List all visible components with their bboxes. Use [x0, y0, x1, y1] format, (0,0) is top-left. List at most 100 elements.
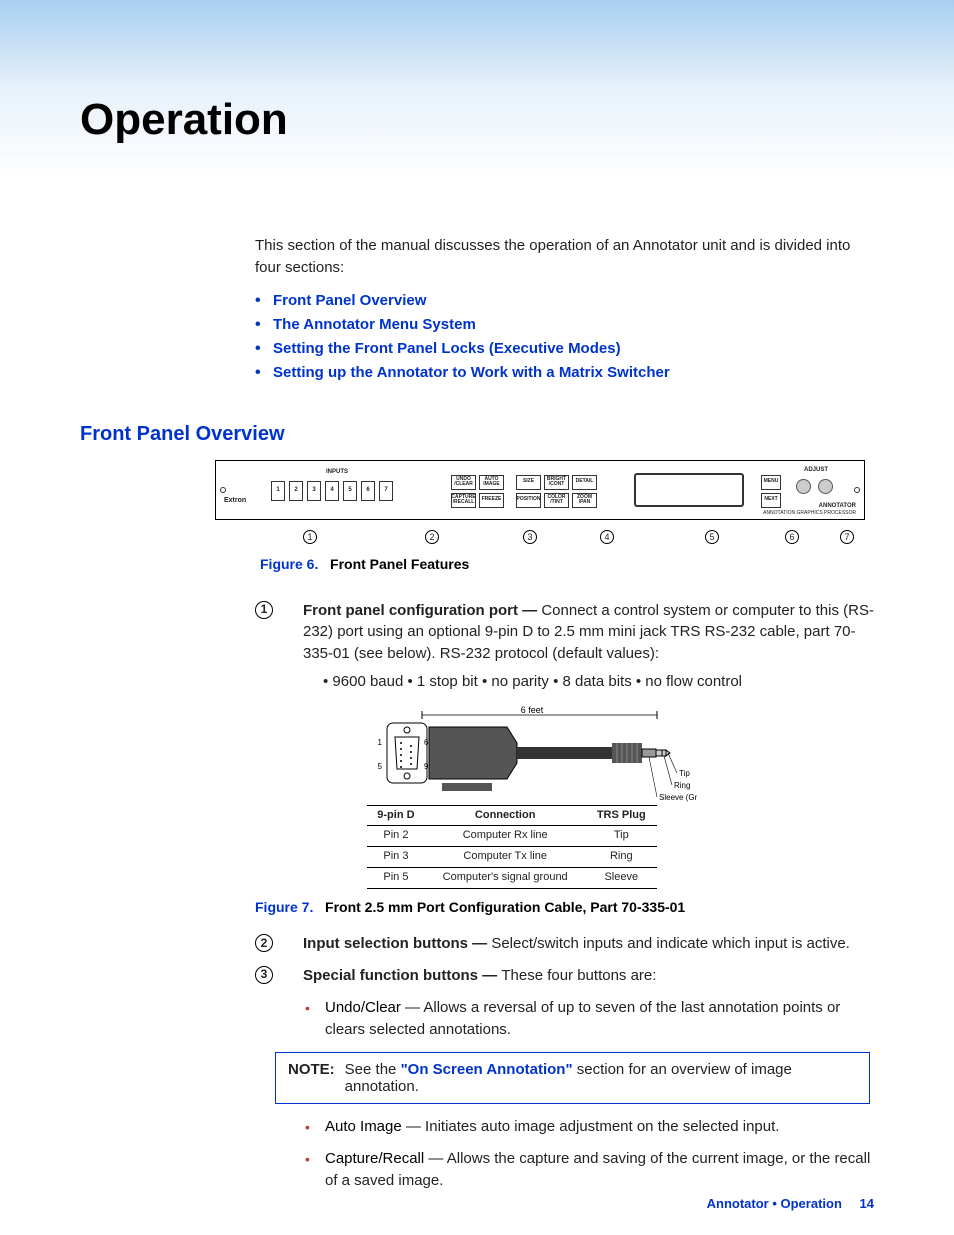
- toc-link-front-panel[interactable]: Front Panel Overview: [273, 292, 426, 309]
- callout-4: 4: [600, 530, 614, 544]
- marker-2: 2: [255, 934, 273, 952]
- pip-position: POSITION: [516, 493, 541, 508]
- figure-7-caption: Figure 7. Front 2.5 mm Port Configuratio…: [255, 899, 874, 915]
- callout-1: 1: [303, 530, 317, 544]
- toc-link-menu-system[interactable]: The Annotator Menu System: [273, 316, 476, 333]
- th-trs: TRS Plug: [586, 805, 657, 826]
- cell: Computer's signal ground: [425, 868, 586, 889]
- svg-text:6: 6: [424, 738, 429, 747]
- fig7-num: Figure 7.: [255, 899, 313, 915]
- svg-text:5: 5: [378, 762, 383, 771]
- marker-3: 3: [255, 966, 273, 984]
- bullet-undo-clear: Undo/Clear — Allows a reversal of up to …: [305, 997, 874, 1041]
- screw-icon: [854, 487, 860, 493]
- item-2-lead: Input selection buttons —: [303, 935, 491, 952]
- item-1-protocol: • 9600 baud • 1 stop bit • no parity • 8…: [303, 671, 874, 693]
- toc-link-panel-locks[interactable]: Setting the Front Panel Locks (Executive…: [273, 340, 621, 357]
- fn-freeze: FREEZE: [479, 493, 504, 508]
- section-heading: Front Panel Overview: [80, 423, 874, 446]
- fn-auto-image: AUTO IMAGE: [479, 475, 504, 490]
- bullet-auto-image: Auto Image — Initiates auto image adjust…: [305, 1116, 874, 1138]
- cell: Pin 5: [367, 868, 425, 889]
- callout-2: 2: [425, 530, 439, 544]
- th-9pin: 9-pin D: [367, 805, 425, 826]
- item-2: 2 Input selection buttons — Select/switc…: [255, 933, 874, 955]
- figure-7-diagram: 6 feet 1 5 6 9: [367, 703, 727, 890]
- note-link[interactable]: "On Screen Annotation": [401, 1061, 573, 1078]
- input-btn-2: 2: [289, 481, 303, 501]
- feature-list: 1 Front panel configuration port — Conne…: [255, 600, 874, 987]
- callout-row: 1 2 3 4 5 6 7: [215, 524, 865, 548]
- page-footer: Annotator • Operation 14: [707, 1196, 874, 1211]
- svg-text:9: 9: [424, 762, 429, 771]
- input-btn-6: 6: [361, 481, 375, 501]
- input-btn-5: 5: [343, 481, 357, 501]
- fig7-title: Front 2.5 mm Port Configuration Cable, P…: [325, 899, 685, 915]
- fn-capture-recall: CAPTURE /RECALL: [451, 493, 476, 508]
- note-box: NOTE: See the "On Screen Annotation" sec…: [275, 1052, 870, 1104]
- adjust-knob-h: [796, 479, 811, 494]
- toc-link-matrix-switcher[interactable]: Setting up the Annotator to Work with a …: [273, 364, 670, 381]
- bullet-key: Auto Image: [325, 1118, 402, 1135]
- special-fn-list-1: Undo/Clear — Allows a reversal of up to …: [305, 997, 874, 1041]
- brand-label: Extron: [224, 497, 246, 504]
- cell: Ring: [586, 847, 657, 868]
- pip-bright: BRIGHT /CONT: [544, 475, 569, 490]
- cell: Pin 3: [367, 847, 425, 868]
- bullet-text: — Allows a reversal of up to seven of th…: [325, 999, 840, 1038]
- cell: Tip: [586, 826, 657, 847]
- input-btn-3: 3: [307, 481, 321, 501]
- item-2-body: Select/switch inputs and indicate which …: [491, 935, 850, 952]
- front-panel-diagram: Extron INPUTS 1 2 3 4 5 6 7 UNDO /CLEAR …: [215, 460, 865, 520]
- svg-text:1: 1: [378, 738, 383, 747]
- special-fn-list-2: Auto Image — Initiates auto image adjust…: [305, 1116, 874, 1191]
- lcd-display: [634, 473, 744, 507]
- annotator-label: ANNOTATOR: [819, 503, 856, 509]
- bullet-capture-recall: Capture/Recall — Allows the capture and …: [305, 1148, 874, 1192]
- toc-list: Front Panel Overview The Annotator Menu …: [255, 289, 874, 385]
- marker-1: 1: [255, 601, 273, 619]
- note-pre: See the: [345, 1061, 401, 1078]
- item-3: 3 Special function buttons — These four …: [255, 965, 874, 987]
- intro-block: This section of the manual discusses the…: [255, 235, 874, 385]
- svg-text:6 feet: 6 feet: [521, 705, 544, 715]
- processor-label: ANNOTATION GRAPHICS PROCESSOR: [763, 510, 856, 516]
- inputs-label: INPUTS: [326, 469, 348, 475]
- item-3-body: These four buttons are:: [501, 967, 656, 984]
- cell: Sleeve: [586, 868, 657, 889]
- page-number: 14: [860, 1196, 874, 1211]
- nav-menu: MENU: [761, 475, 781, 490]
- cell: Computer Tx line: [425, 847, 586, 868]
- item-1-lead: Front panel configuration port —: [303, 602, 541, 619]
- page: Operation This section of the manual dis…: [0, 0, 954, 1232]
- note-body: See the "On Screen Annotation" section f…: [345, 1061, 857, 1095]
- input-btn-1: 1: [271, 481, 285, 501]
- cable-svg: 6 feet 1 5 6 9: [367, 703, 697, 803]
- bullet-text: — Initiates auto image adjustment on the…: [402, 1118, 780, 1135]
- figure-6: Extron INPUTS 1 2 3 4 5 6 7 UNDO /CLEAR …: [215, 460, 874, 572]
- svg-text:Sleeve (Gnd): Sleeve (Gnd): [659, 793, 697, 802]
- pin-table: 9-pin D Connection TRS Plug Pin 2Compute…: [367, 805, 657, 890]
- callout-3: 3: [523, 530, 537, 544]
- input-btn-4: 4: [325, 481, 339, 501]
- fig6-title: Front Panel Features: [330, 556, 469, 572]
- pip-color: COLOR /TINT: [544, 493, 569, 508]
- protocol-values: • 9600 baud • 1 stop bit • no parity • 8…: [323, 671, 874, 693]
- input-btn-7: 7: [379, 481, 393, 501]
- pip-zoom: ZOOM /PAN: [572, 493, 597, 508]
- callout-6: 6: [785, 530, 799, 544]
- footer-text: Annotator • Operation: [707, 1196, 842, 1211]
- fig6-num: Figure 6.: [260, 556, 318, 572]
- adjust-knob-v: [818, 479, 833, 494]
- cell: Pin 2: [367, 826, 425, 847]
- page-title: Operation: [80, 95, 874, 145]
- th-conn: Connection: [425, 805, 586, 826]
- intro-text: This section of the manual discusses the…: [255, 235, 874, 279]
- bullet-key: Undo/Clear: [325, 999, 401, 1016]
- bullet-key: Capture/Recall: [325, 1150, 424, 1167]
- note-label: NOTE:: [288, 1061, 335, 1095]
- callout-7: 7: [840, 530, 854, 544]
- adjust-label: ADJUST: [804, 467, 828, 473]
- callout-5: 5: [705, 530, 719, 544]
- fn-undo-clear: UNDO /CLEAR: [451, 475, 476, 490]
